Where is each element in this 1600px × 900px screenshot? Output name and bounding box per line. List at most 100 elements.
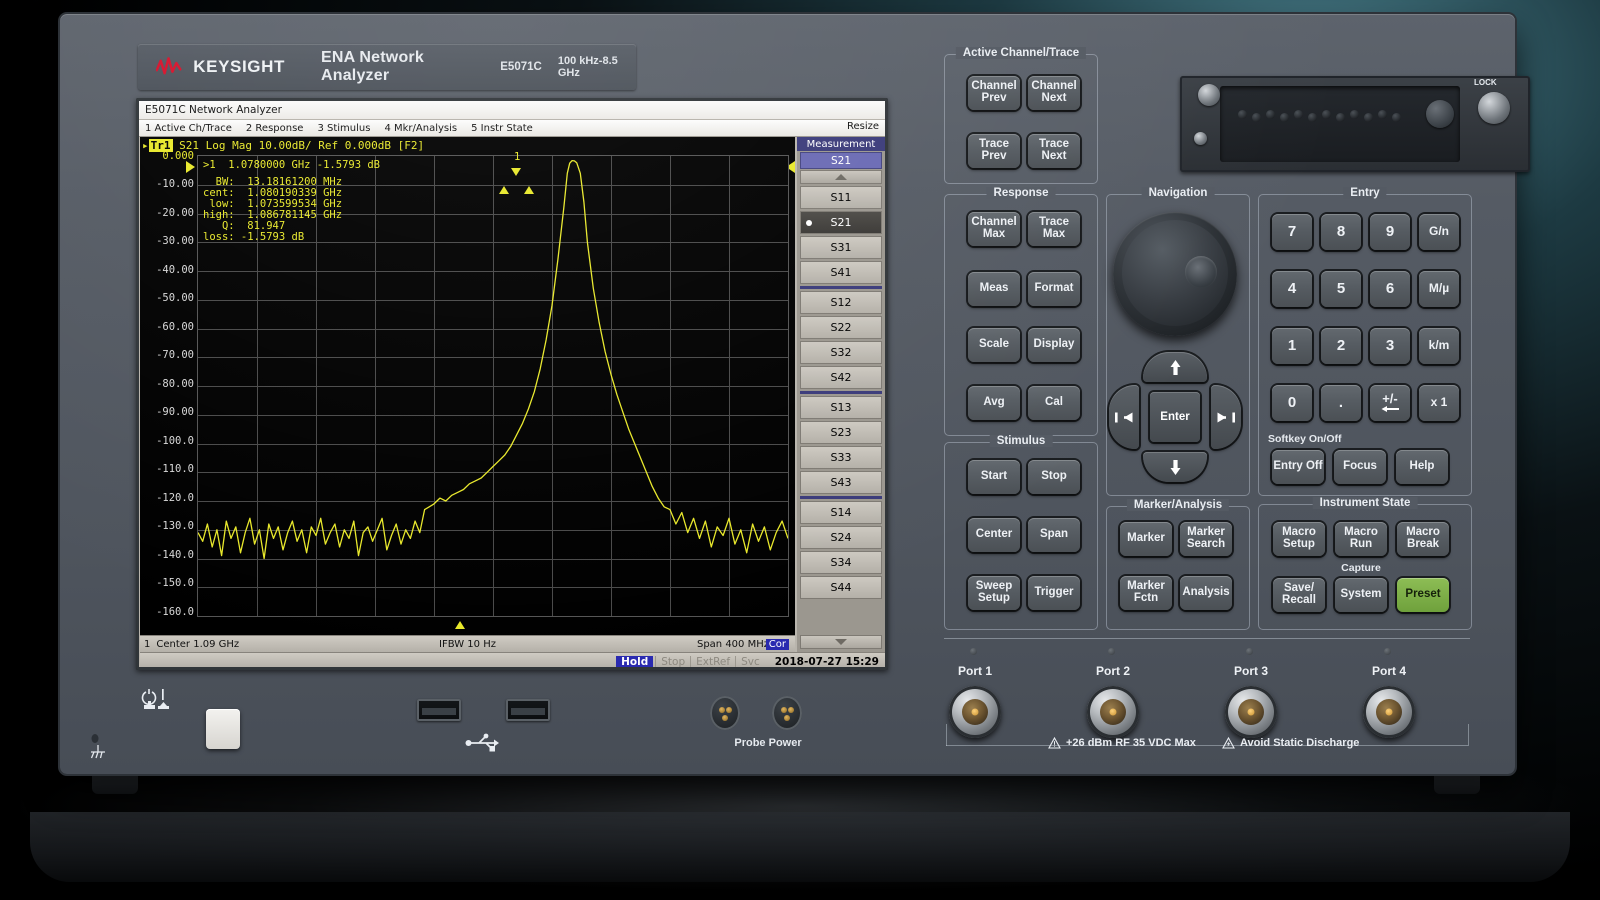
button-entry-off[interactable]: Entry Off [1272, 450, 1324, 484]
button-preset[interactable]: Preset [1397, 578, 1449, 612]
button-channel-prev[interactable]: Channel Prev [968, 76, 1020, 110]
button-stop[interactable]: Stop [1028, 460, 1080, 494]
key-8[interactable]: 8 [1321, 214, 1361, 250]
menu-item-instr-state[interactable]: 5 Instr State [465, 123, 541, 134]
softkey-scroll-up[interactable] [800, 170, 882, 184]
graph-area[interactable]: ▸ Tr1 S21 Log Mag 10.00dB/ Ref 0.000dB [F… [140, 137, 795, 635]
key-6[interactable]: 6 [1370, 271, 1410, 307]
button-save-recall[interactable]: Save/ Recall [1273, 578, 1325, 612]
key-giga-nano[interactable]: G/n [1419, 214, 1459, 250]
softkey-item-s21[interactable]: S21 [800, 211, 882, 234]
usb-port-1[interactable] [417, 699, 461, 721]
button-enter[interactable]: Enter [1150, 392, 1200, 442]
button-meas[interactable]: Meas [968, 272, 1020, 306]
key-4[interactable]: 4 [1272, 271, 1312, 307]
button-macro-run[interactable]: Macro Run [1335, 522, 1387, 556]
navigation-knob[interactable] [1113, 212, 1237, 336]
key-mega-micro[interactable]: M/µ [1419, 271, 1459, 307]
stimulus-marker-pointer[interactable] [455, 621, 465, 629]
button-trigger[interactable]: Trigger [1028, 576, 1080, 610]
button-marker[interactable]: Marker [1120, 522, 1172, 556]
softkey-item-s33[interactable]: S33 [800, 446, 882, 469]
button-format[interactable]: Format [1028, 272, 1080, 306]
menu-item-stimulus[interactable]: 3 Stimulus [311, 123, 378, 134]
key-kilo-milli[interactable]: k/m [1419, 328, 1459, 364]
marker-1-pointer[interactable] [511, 168, 521, 176]
button-center[interactable]: Center [968, 518, 1020, 552]
softkey-item-s44[interactable]: S44 [800, 576, 882, 599]
button-cal[interactable]: Cal [1028, 386, 1080, 420]
button-analysis[interactable]: Analysis [1180, 576, 1232, 610]
probe-power-connector-2[interactable] [772, 696, 802, 730]
softkey-item-s42[interactable]: S42 [800, 366, 882, 389]
softkey-item-s24[interactable]: S24 [800, 526, 882, 549]
status-hold[interactable]: Hold [616, 655, 654, 667]
lcd-screen[interactable]: E5071C Network Analyzer 1 Active Ch/Trac… [139, 101, 885, 667]
button-sweep-setup[interactable]: Sweep Setup [968, 576, 1020, 610]
button-span[interactable]: Span [1028, 518, 1080, 552]
softkey-item-s43[interactable]: S43 [800, 471, 882, 494]
softkey-item-s32[interactable]: S32 [800, 341, 882, 364]
softkey-panel[interactable]: Measurement S21 S11 S21 S31 S41 S12 S22 S32 S42… [797, 137, 885, 652]
knob-dimple[interactable] [1185, 256, 1217, 288]
menu-item-response[interactable]: 2 Response [240, 123, 312, 134]
softkey-item-s34[interactable]: S34 [800, 551, 882, 574]
key-2[interactable]: 2 [1321, 328, 1361, 364]
usb-port-2[interactable] [506, 699, 550, 721]
center-frequency[interactable]: Center 1.09 GHz [156, 639, 239, 650]
key-1[interactable]: 1 [1272, 328, 1312, 364]
lock-screw[interactable] [1478, 92, 1510, 124]
button-macro-break[interactable]: Macro Break [1397, 522, 1449, 556]
port-2-connector[interactable] [1087, 686, 1139, 738]
softkey-scroll-down[interactable] [800, 635, 882, 649]
power-button[interactable] [206, 709, 240, 749]
key-decimal-point[interactable]: . [1321, 385, 1361, 421]
button-trace-max[interactable]: Trace Max [1028, 212, 1080, 246]
button-start[interactable]: Start [968, 460, 1020, 494]
port-4-connector[interactable] [1363, 686, 1415, 738]
probe-power-connector-1[interactable] [710, 696, 740, 730]
resize-button[interactable]: Resize [847, 121, 879, 132]
key-0[interactable]: 0 [1272, 385, 1312, 421]
menu-item-mkr-analysis[interactable]: 4 Mkr/Analysis [378, 123, 465, 134]
button-system[interactable]: System [1335, 578, 1387, 612]
key-5[interactable]: 5 [1321, 271, 1361, 307]
key-times-one[interactable]: x 1 [1419, 385, 1459, 421]
softkey-item-s13[interactable]: S13 [800, 396, 882, 419]
softkey-item-s22[interactable]: S22 [800, 316, 882, 339]
softkey-list[interactable]: S11 S21 S31 S41 S12 S22 S32 S42 S13 S23 S33 S43 S14 S… [797, 186, 885, 599]
button-marker-fctn[interactable]: Marker Fctn [1120, 576, 1172, 610]
port-1-connector[interactable] [949, 686, 1001, 738]
menu-item-active-ch-trace[interactable]: 1 Active Ch/Trace [139, 123, 240, 134]
button-trace-next[interactable]: Trace Next [1028, 134, 1080, 168]
key-7[interactable]: 7 [1272, 214, 1312, 250]
menu-bar[interactable]: 1 Active Ch/Trace 2 Response 3 Stimulus … [139, 120, 885, 137]
bandwidth-marker-low[interactable] [499, 186, 509, 194]
span-value[interactable]: Span 400 MHz [697, 639, 769, 650]
softkey-current-value[interactable]: S21 [800, 152, 882, 169]
softkey-item-s11[interactable]: S11 [800, 186, 882, 209]
button-channel-next[interactable]: Channel Next [1028, 76, 1080, 110]
softkey-item-s31[interactable]: S31 [800, 236, 882, 259]
button-avg[interactable]: Avg [968, 386, 1020, 420]
key-3[interactable]: 3 [1370, 328, 1410, 364]
plot-canvas[interactable]: >1 1.0780000 GHz -1.5793 dB BW: 13.18161… [197, 151, 789, 617]
key-9[interactable]: 9 [1370, 214, 1410, 250]
softkey-item-s12[interactable]: S12 [800, 291, 882, 314]
port-3-connector[interactable] [1225, 686, 1277, 738]
key-plus-minus-backspace[interactable]: +/- [1370, 385, 1410, 421]
softkey-item-s23[interactable]: S23 [800, 421, 882, 444]
button-trace-prev[interactable]: Trace Prev [968, 134, 1020, 168]
bandwidth-marker-high[interactable] [524, 186, 534, 194]
softkey-item-s14[interactable]: S14 [800, 501, 882, 524]
button-marker-search[interactable]: Marker Search [1180, 522, 1232, 556]
button-help[interactable]: Help [1396, 450, 1448, 484]
button-macro-setup[interactable]: Macro Setup [1273, 522, 1325, 556]
button-focus[interactable]: Focus [1334, 450, 1386, 484]
vent-hole [1350, 110, 1359, 119]
button-channel-max[interactable]: Channel Max [968, 212, 1020, 246]
button-display[interactable]: Display [1028, 328, 1080, 362]
button-scale[interactable]: Scale [968, 328, 1020, 362]
ifbw-value[interactable]: IFBW 10 Hz [439, 639, 496, 650]
softkey-item-s41[interactable]: S41 [800, 261, 882, 284]
